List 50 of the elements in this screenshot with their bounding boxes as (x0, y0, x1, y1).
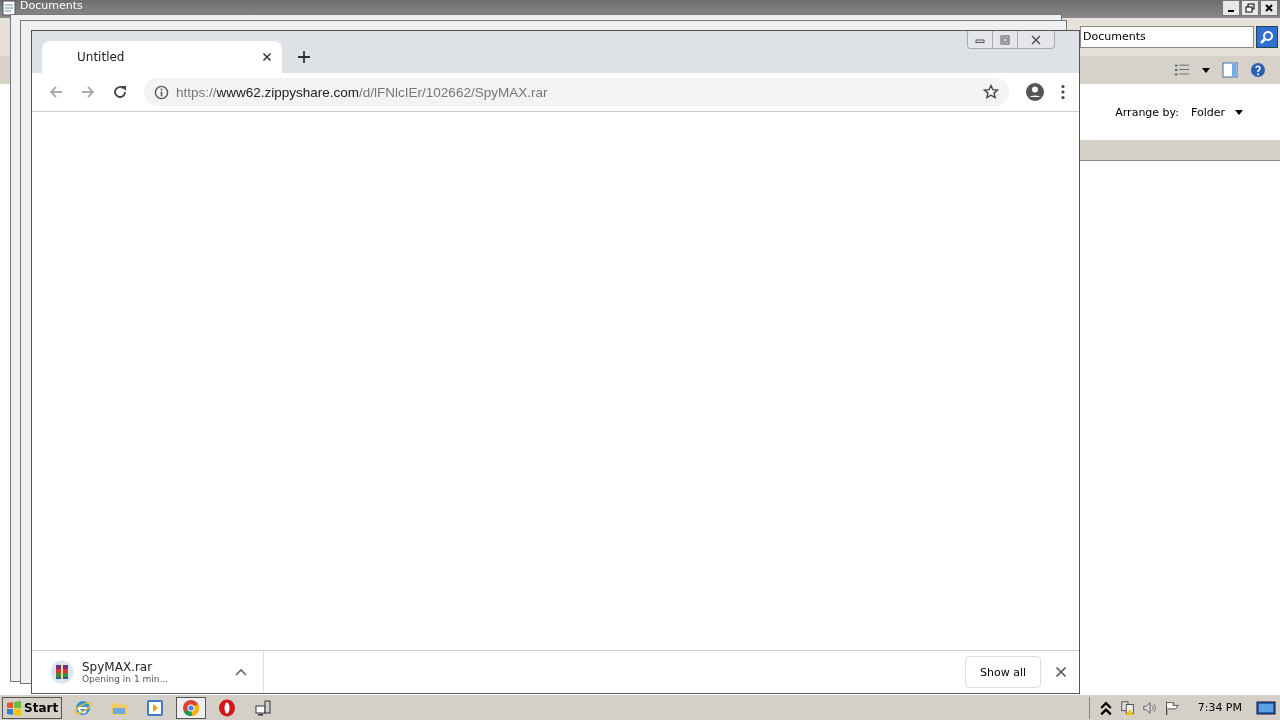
search-button[interactable] (1256, 26, 1278, 48)
view-list-icon[interactable] (1174, 62, 1190, 78)
archive-icon (50, 660, 74, 684)
start-button[interactable]: Start (2, 696, 63, 719)
close-icon[interactable] (1055, 666, 1067, 678)
star-icon[interactable] (983, 84, 999, 100)
help-icon[interactable] (1250, 62, 1266, 78)
close-icon[interactable] (262, 52, 272, 62)
windows-logo-icon (6, 699, 22, 716)
document-icon (2, 0, 16, 16)
dropdown-arrow-icon[interactable] (1202, 67, 1210, 73)
close-icon (1264, 3, 1274, 13)
restore-icon (1245, 3, 1255, 13)
chrome-icon (182, 698, 201, 717)
play-icon (146, 698, 165, 717)
window-title: Documents (20, 0, 83, 12)
browser-tab[interactable]: Untitled (42, 41, 282, 73)
close-button[interactable] (1260, 0, 1278, 16)
network-warning-icon[interactable] (1119, 699, 1136, 716)
speaker-icon[interactable] (1141, 699, 1158, 716)
computer-icon (254, 698, 273, 717)
info-icon[interactable] (154, 84, 169, 100)
show-all-button[interactable]: Show all (964, 656, 1041, 688)
browser-e-icon (74, 698, 93, 717)
download-status: Opening in 1 min... (82, 674, 170, 684)
maximize-icon (999, 34, 1011, 45)
minimize-button[interactable] (1222, 0, 1240, 16)
chevron-up-icon[interactable] (1097, 699, 1114, 716)
show-desktop-icon[interactable] (1256, 699, 1276, 716)
flag-icon[interactable] (1163, 699, 1180, 716)
minimize-icon (1228, 10, 1234, 12)
menu-icon[interactable] (1061, 84, 1065, 100)
account-icon[interactable] (1025, 82, 1045, 102)
preview-pane-icon[interactable] (1222, 62, 1238, 78)
opera-icon (218, 698, 237, 717)
restore-button[interactable] (1241, 0, 1259, 16)
address-field[interactable]: https://www62.zippyshare.com/d/lFNlcIEr/102662/SpyMAX.rar (144, 78, 1009, 106)
arrange-dropdown[interactable]: Folder (1191, 105, 1225, 119)
caret-icon[interactable] (235, 668, 247, 676)
reload-icon[interactable] (112, 84, 128, 100)
clock[interactable]: 7:34 PM (1197, 701, 1242, 714)
close-icon (1030, 34, 1042, 45)
download-item[interactable]: SpyMAX.rar Opening in 1 min... (32, 651, 264, 693)
arrange-label: Arrange by: (1115, 105, 1179, 119)
search-icon (1259, 29, 1275, 45)
search-field[interactable]: Documents (1080, 26, 1254, 48)
taskbar-button[interactable] (176, 696, 207, 719)
new-tab-icon[interactable] (297, 50, 311, 64)
dropdown-arrow-icon[interactable] (1235, 109, 1243, 115)
download-filename: SpyMAX.rar (82, 660, 154, 674)
